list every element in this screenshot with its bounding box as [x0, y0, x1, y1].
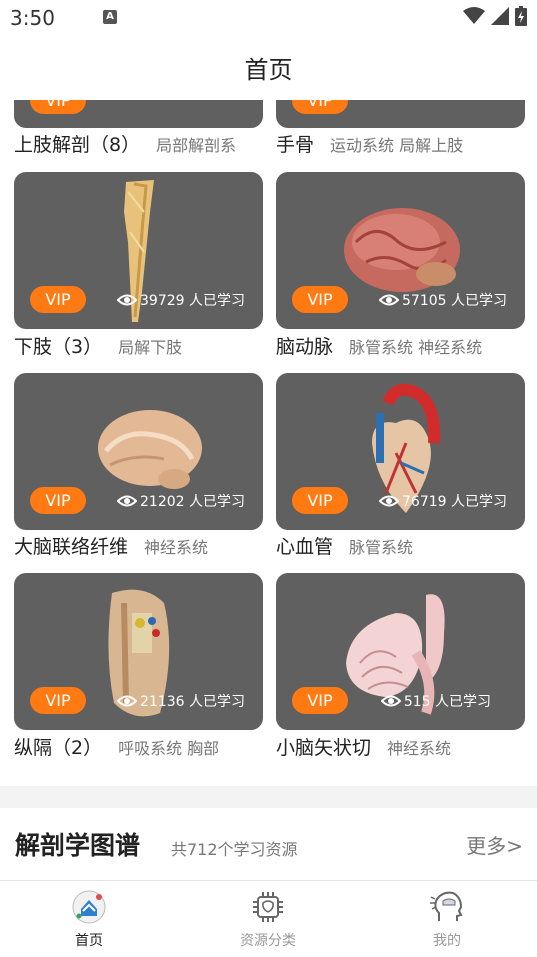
course-card[interactable]: VIP 21136 人已学习 — [14, 573, 263, 730]
card-title: 纵隔（2） — [14, 737, 103, 759]
course-card[interactable]: VIP 515 人已学习 — [276, 573, 525, 730]
tab-profile[interactable]: 我的 — [387, 889, 507, 950]
card-tags: 脉管系统 — [349, 538, 414, 557]
tab-resource-categories[interactable]: 资源分类 — [208, 889, 328, 950]
eye-icon — [379, 495, 399, 507]
vip-badge: VIP — [292, 286, 348, 313]
section-subtitle: 共712个学习资源 — [171, 840, 298, 859]
content-scroll[interactable]: VIP VIP 上肢解剖（8） 局部解剖系 手骨 运动系统 局解上肢 VIP 3… — [0, 0, 537, 880]
vip-badge: VIP — [30, 286, 86, 313]
section-divider — [0, 786, 537, 808]
card-title: 手骨 — [276, 134, 315, 156]
card-meta: 纵隔（2） 呼吸系统 胸部 — [14, 733, 274, 763]
card-meta: 上肢解剖（8） 局部解剖系 — [14, 130, 274, 160]
card-tags: 局解下肢 — [118, 338, 183, 357]
vip-badge: VIP — [292, 687, 348, 714]
chip-icon — [250, 889, 286, 925]
course-card-partial-left[interactable]: VIP — [14, 100, 263, 128]
course-card[interactable]: VIP 76719 人已学习 — [276, 373, 525, 530]
course-card[interactable]: VIP 39729 人已学习 — [14, 172, 263, 329]
view-count: 21202 人已学习 — [117, 491, 245, 511]
tab-label: 资源分类 — [240, 933, 296, 949]
card-title: 上肢解剖（8） — [14, 134, 141, 156]
card-title: 脑动脉 — [276, 336, 334, 358]
tab-label: 首页 — [75, 933, 103, 949]
page-title: 首页 — [244, 56, 293, 84]
head-profile-icon — [429, 889, 465, 925]
home-icon — [71, 889, 107, 925]
card-meta: 大脑联络纤维 神经系统 — [14, 532, 274, 562]
view-count-text: 515 人已学习 — [403, 694, 491, 710]
view-count-text: 21136 人已学习 — [140, 694, 245, 710]
more-link[interactable]: 更多> — [466, 830, 523, 859]
card-title: 心血管 — [276, 536, 334, 558]
card-tags: 呼吸系统 胸部 — [118, 739, 220, 758]
view-count-text: 39729 人已学习 — [140, 293, 245, 309]
eye-icon — [380, 695, 401, 707]
course-card-partial-right[interactable]: VIP — [276, 100, 525, 128]
course-card[interactable]: VIP 57105 人已学习 — [276, 172, 525, 329]
card-title: 小脑矢状切 — [276, 737, 372, 759]
view-count-text: 57105 人已学习 — [402, 293, 507, 309]
vip-badge: VIP — [30, 687, 86, 714]
card-meta: 手骨 运动系统 局解上肢 — [276, 130, 536, 160]
card-tags: 神经系统 — [387, 739, 452, 758]
view-count: 57105 人已学习 — [379, 290, 507, 310]
card-title: 下肢（3） — [14, 336, 103, 358]
card-tags: 运动系统 局解上肢 — [330, 136, 464, 155]
card-title: 大脑联络纤维 — [14, 536, 129, 558]
tab-label: 我的 — [433, 933, 461, 949]
tab-home[interactable]: 首页 — [29, 889, 149, 950]
card-tags: 脉管系统 神经系统 — [349, 338, 483, 357]
view-count-text: 21202 人已学习 — [140, 494, 245, 510]
vip-badge: VIP — [292, 487, 348, 514]
card-tags: 局部解剖系 — [156, 136, 237, 155]
view-count-text: 76719 人已学习 — [402, 494, 507, 510]
app-header: 首页 — [0, 36, 537, 100]
bottom-tab-bar: 首页 资源分类 我的 — [0, 880, 537, 957]
view-count: 76719 人已学习 — [379, 491, 507, 511]
section-title: 解剖学图谱 — [15, 831, 141, 860]
view-count: 39729 人已学习 — [117, 290, 245, 310]
card-meta: 小脑矢状切 神经系统 — [276, 733, 536, 763]
vip-badge: VIP — [30, 487, 86, 514]
card-meta: 脑动脉 脉管系统 神经系统 — [276, 332, 536, 362]
view-count: 515 人已学习 — [380, 691, 491, 711]
eye-icon — [117, 495, 137, 507]
card-meta: 下肢（3） 局解下肢 — [14, 332, 274, 362]
eye-icon — [117, 294, 137, 306]
card-tags: 神经系统 — [144, 538, 209, 557]
view-count: 21136 人已学习 — [117, 691, 245, 711]
vip-badge: VIP — [30, 100, 86, 114]
vip-badge: VIP — [292, 100, 348, 114]
course-card[interactable]: VIP 21202 人已学习 — [14, 373, 263, 530]
eye-icon — [379, 294, 399, 306]
eye-icon — [117, 695, 137, 707]
card-meta: 心血管 脉管系统 — [276, 532, 536, 562]
